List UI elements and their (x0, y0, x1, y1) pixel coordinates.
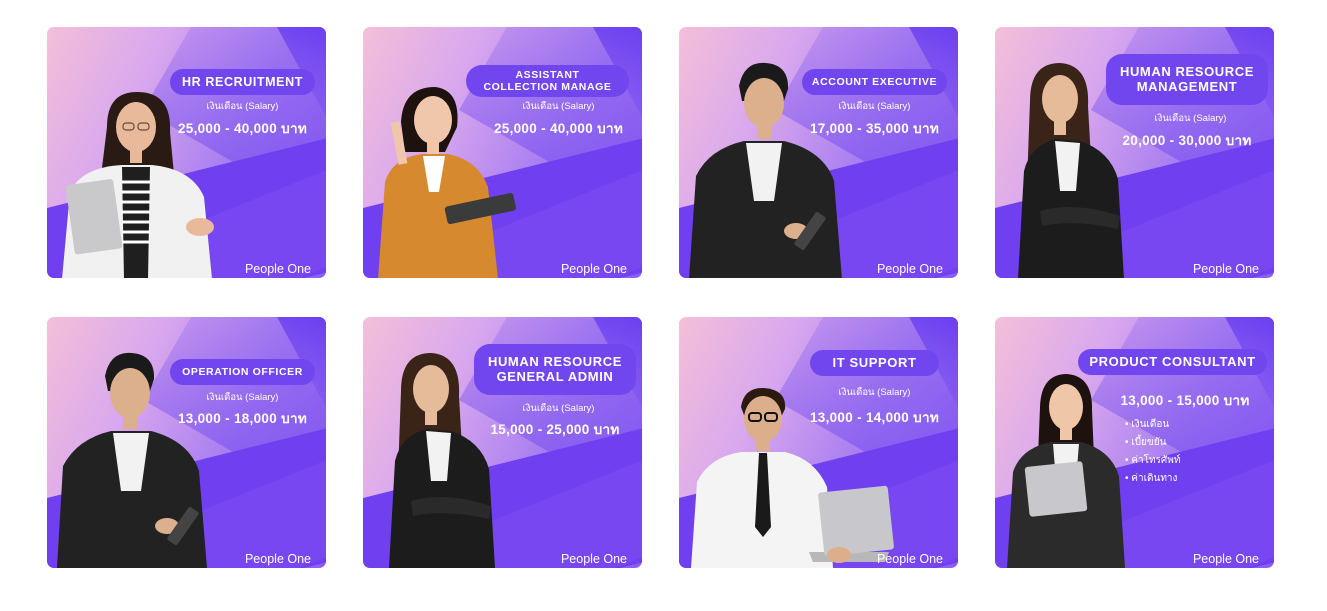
job-title: ACCOUNT EXECUTIVE (802, 69, 947, 95)
salary-range: 25,000 - 40,000 บาท (493, 121, 624, 136)
brand-logo-text: People One (1192, 262, 1259, 276)
job-title: ASSISTANT COLLECTION MANAGE (466, 65, 629, 97)
benefit-item: เงินเดือน (1125, 416, 1180, 434)
salary-range: 15,000 - 25,000 บาท (490, 422, 620, 437)
brand-logo-text: People One (244, 262, 311, 276)
salary-label: เงินเดือน (Salary) (838, 387, 911, 398)
benefit-item: เบี้ยขยัน (1125, 434, 1180, 452)
salary-range: 17,000 - 35,000 บาท (809, 121, 940, 136)
job-title: PRODUCT CONSULTANT (1078, 349, 1267, 375)
job-card-operation-officer[interactable]: OPERATION OFFICER เงินเดือน (Salary) 13,… (47, 317, 326, 568)
job-card-product-consultant[interactable]: PRODUCT CONSULTANT 13,000 - 15,000 บาท เ… (995, 317, 1274, 568)
brand-logo-text: People One (876, 552, 943, 566)
salary-range: 20,000 - 30,000 บาท (1122, 133, 1252, 148)
job-card-grid: HR RECRUITMENT เงินเดือน (Salary) 25,000… (0, 0, 1327, 611)
job-title: HUMAN RESOURCE GENERAL ADMIN (474, 344, 636, 395)
brand-logo-text: People One (876, 262, 943, 276)
woman-holding-laptop-photo (52, 87, 222, 278)
salary-range: 13,000 - 14,000 บาท (809, 410, 940, 425)
salary-range: 13,000 - 15,000 บาท (1120, 393, 1250, 408)
job-title: HUMAN RESOURCE MANAGEMENT (1106, 54, 1268, 105)
brand-logo-text: People One (560, 552, 627, 566)
brand-logo-text: People One (560, 262, 627, 276)
job-card-human-resource-general-admin[interactable]: HUMAN RESOURCE GENERAL ADMIN เงินเดือน (… (363, 317, 642, 568)
salary-label: เงินเดือน (Salary) (522, 101, 595, 112)
salary-range: 13,000 - 18,000 บาท (177, 411, 308, 426)
salary-label: เงินเดือน (Salary) (522, 403, 595, 414)
benefit-item: ค่าโทรศัพท์ (1125, 452, 1180, 470)
benefit-list: เงินเดือน เบี้ยขยัน ค่าโทรศัพท์ ค่าเดินท… (1125, 416, 1180, 488)
job-title: HR RECRUITMENT (170, 69, 315, 95)
brand-logo-text: People One (244, 552, 311, 566)
brand-logo-text: People One (1192, 552, 1259, 566)
salary-label: เงินเดือน (Salary) (838, 101, 911, 112)
job-card-account-executive[interactable]: ACCOUNT EXECUTIVE เงินเดือน (Salary) 17,… (679, 27, 958, 278)
job-card-human-resource-management[interactable]: HUMAN RESOURCE MANAGEMENT เงินเดือน (Sal… (995, 27, 1274, 278)
job-card-hr-recruitment[interactable]: HR RECRUITMENT เงินเดือน (Salary) 25,000… (47, 27, 326, 278)
job-title: OPERATION OFFICER (170, 359, 315, 385)
salary-label: เงินเดือน (Salary) (206, 101, 279, 112)
job-card-it-support[interactable]: IT SUPPORT เงินเดือน (Salary) 13,000 - 1… (679, 317, 958, 568)
benefit-item: ค่าเดินทาง (1125, 470, 1180, 488)
job-card-assistant-collection-manage[interactable]: ASSISTANT COLLECTION MANAGE เงินเดือน (S… (363, 27, 642, 278)
salary-label: เงินเดือน (Salary) (1154, 113, 1227, 124)
job-title: IT SUPPORT (810, 350, 939, 376)
salary-range: 25,000 - 40,000 บาท (177, 121, 308, 136)
salary-label: เงินเดือน (Salary) (206, 392, 279, 403)
